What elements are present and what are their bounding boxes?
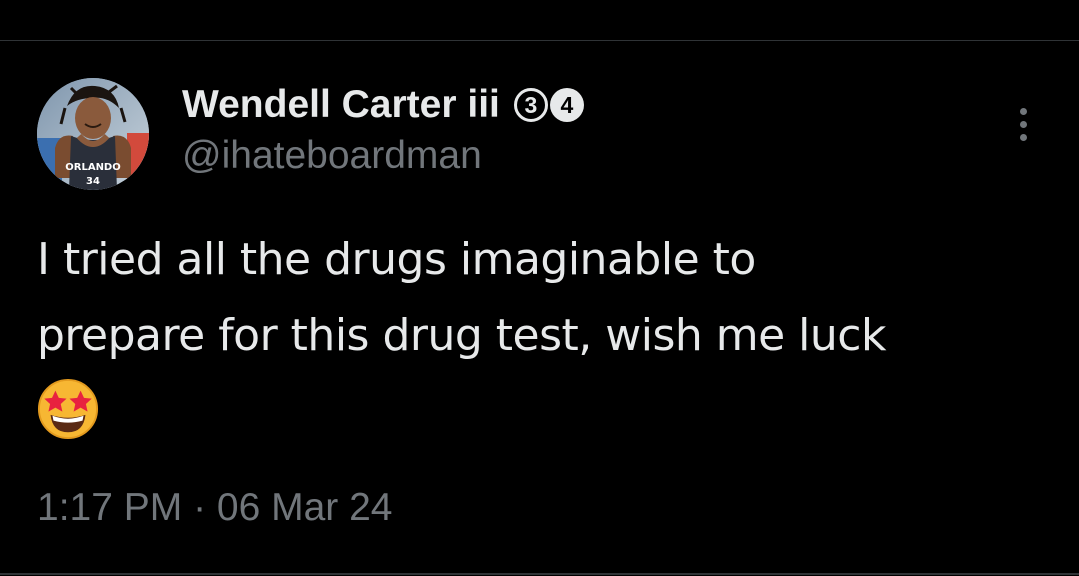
author-block: Wendell Carter iii 3 4 @ihateboardman: [182, 80, 882, 178]
tweet-timestamp[interactable]: 1:17 PM · 06 Mar 24: [37, 486, 393, 530]
more-vertical-icon: [1019, 107, 1027, 115]
badges: 3 4: [513, 88, 584, 122]
more-vertical-icon-dot: [1019, 133, 1027, 141]
badge-three: 3: [513, 88, 548, 122]
star-struck-emoji: [37, 378, 99, 440]
user-handle[interactable]: @ihateboardman: [182, 134, 882, 178]
tweet-text: I tried all the drugs imaginable to prep…: [37, 234, 886, 361]
avatar[interactable]: ORLANDO 34: [37, 78, 149, 190]
avatar-jersey-text: ORLANDO: [65, 162, 120, 173]
display-name[interactable]: Wendell Carter iii: [182, 83, 500, 127]
bottom-divider: [0, 573, 1079, 575]
name-row: Wendell Carter iii 3 4: [182, 80, 882, 130]
top-divider: [0, 40, 1079, 41]
more-vertical-icon-dot: [1019, 120, 1027, 128]
badge-four: 4: [549, 88, 584, 122]
more-options-button[interactable]: [1006, 104, 1040, 144]
avatar-image: ORLANDO 34: [37, 78, 149, 190]
avatar-jersey-number: 34: [86, 176, 100, 187]
